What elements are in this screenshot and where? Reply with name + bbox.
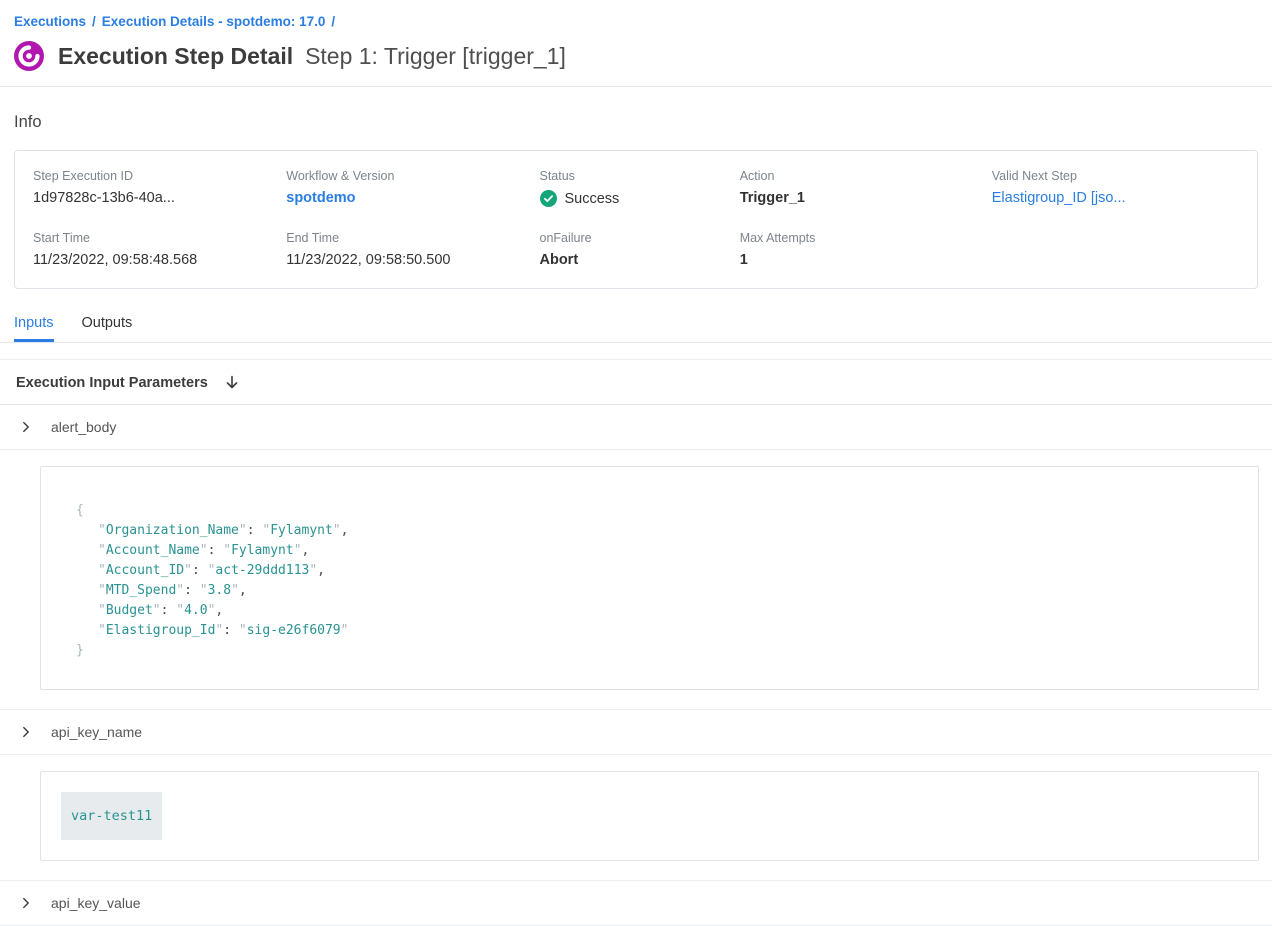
code-line: { (76, 501, 1238, 521)
success-check-icon (540, 190, 557, 207)
info-label: Status (540, 169, 740, 183)
chevron-right-icon (19, 420, 33, 434)
info-field: Valid Next Step Elastigroup_ID [jso... (992, 169, 1239, 207)
status-badge: Success (540, 190, 740, 207)
info-section-title: Info (0, 87, 1272, 150)
params-header: Execution Input Parameters (0, 360, 1272, 405)
info-row: Start Time 11/23/2022, 09:58:48.568End Ti… (33, 231, 1239, 268)
info-field: End Time 11/23/2022, 09:58:50.500 (286, 231, 539, 268)
info-field: Action Trigger_1 (740, 169, 992, 207)
param-row-api_key_value[interactable]: api_key_value (0, 881, 1272, 926)
param-row-api_key_name[interactable]: api_key_name (0, 710, 1272, 755)
code-line: "Account_ID": "act-29ddd113", (76, 561, 1238, 581)
code-line: "Account_Name": "Fylamynt", (76, 541, 1238, 561)
breadcrumb-link[interactable]: Executions (14, 14, 86, 29)
expand-all-icon[interactable] (224, 374, 240, 391)
info-label: Workflow & Version (286, 169, 539, 183)
param-row-alert_body[interactable]: alert_body (0, 405, 1272, 450)
breadcrumb-separator: / (331, 14, 335, 29)
param-name: api_key_name (51, 724, 142, 740)
info-field: Start Time 11/23/2022, 09:58:48.568 (33, 231, 286, 268)
info-field-empty (992, 231, 1239, 268)
info-value-link[interactable]: spotdemo (286, 190, 539, 206)
info-value: 11/23/2022, 09:58:48.568 (33, 252, 286, 268)
info-field: Workflow & Version spotdemo (286, 169, 539, 207)
code-line: "Budget": "4.0", (76, 601, 1238, 621)
info-label: End Time (286, 231, 539, 245)
info-field: Max Attempts 1 (740, 231, 992, 268)
param-sections: alert_body {"Organization_Name": "Fylamyn… (0, 405, 1272, 926)
info-field: Step Execution ID 1d97828c-13b6-40a... (33, 169, 286, 207)
info-label: Start Time (33, 231, 286, 245)
status-text: Success (565, 191, 620, 207)
code-line: "Elastigroup_Id": "sig-e26f6079" (76, 621, 1238, 641)
params-title: Execution Input Parameters (16, 375, 208, 391)
breadcrumb-link[interactable]: Execution Details - spotdemo: 17.0 (102, 14, 326, 29)
code-line: } (76, 641, 1238, 661)
info-value: 1 (740, 252, 992, 268)
param-name: api_key_value (51, 895, 141, 911)
chevron-right-icon (19, 725, 33, 739)
info-label: Max Attempts (740, 231, 992, 245)
tabs-bar: Inputs Outputs (0, 289, 1272, 343)
param-value: var-test11 (61, 792, 162, 840)
chevron-right-icon (19, 896, 33, 910)
tab-inputs[interactable]: Inputs (14, 315, 54, 342)
code-line: "Organization_Name": "Fylamynt", (76, 521, 1238, 541)
info-value: Trigger_1 (740, 190, 992, 206)
info-label: Action (740, 169, 992, 183)
page-title: Execution Step Detail (58, 43, 293, 69)
param-name: alert_body (51, 419, 116, 435)
info-card: Step Execution ID 1d97828c-13b6-40a...Wor… (14, 150, 1258, 289)
tab-outputs[interactable]: Outputs (82, 315, 133, 342)
param-json-viewer[interactable]: {"Organization_Name": "Fylamynt","Accoun… (40, 466, 1259, 690)
info-row: Step Execution ID 1d97828c-13b6-40a...Wor… (33, 169, 1239, 207)
info-value-link[interactable]: Elastigroup_ID [jso... (992, 190, 1239, 206)
code-line: "MTD_Spend": "3.8", (76, 581, 1238, 601)
info-label: Valid Next Step (992, 169, 1239, 183)
page-title-group: Execution Step Detail Step 1: Trigger [t… (58, 43, 566, 70)
info-value: 1d97828c-13b6-40a... (33, 190, 286, 206)
param-value-viewer[interactable]: var-test11 (40, 771, 1259, 861)
breadcrumb: Executions / Execution Details - spotdemo:… (0, 0, 1272, 33)
page-header: Execution Step Detail Step 1: Trigger [t… (0, 33, 1272, 86)
info-field: Status Success (540, 169, 740, 207)
info-label: Step Execution ID (33, 169, 286, 183)
info-value: Abort (540, 252, 740, 268)
info-field: onFailure Abort (540, 231, 740, 268)
breadcrumb-separator: / (92, 14, 96, 29)
page-subtitle: Step 1: Trigger [trigger_1] (305, 43, 566, 69)
info-label: onFailure (540, 231, 740, 245)
fylamynt-logo-icon (14, 41, 44, 71)
info-value: 11/23/2022, 09:58:50.500 (286, 252, 539, 268)
